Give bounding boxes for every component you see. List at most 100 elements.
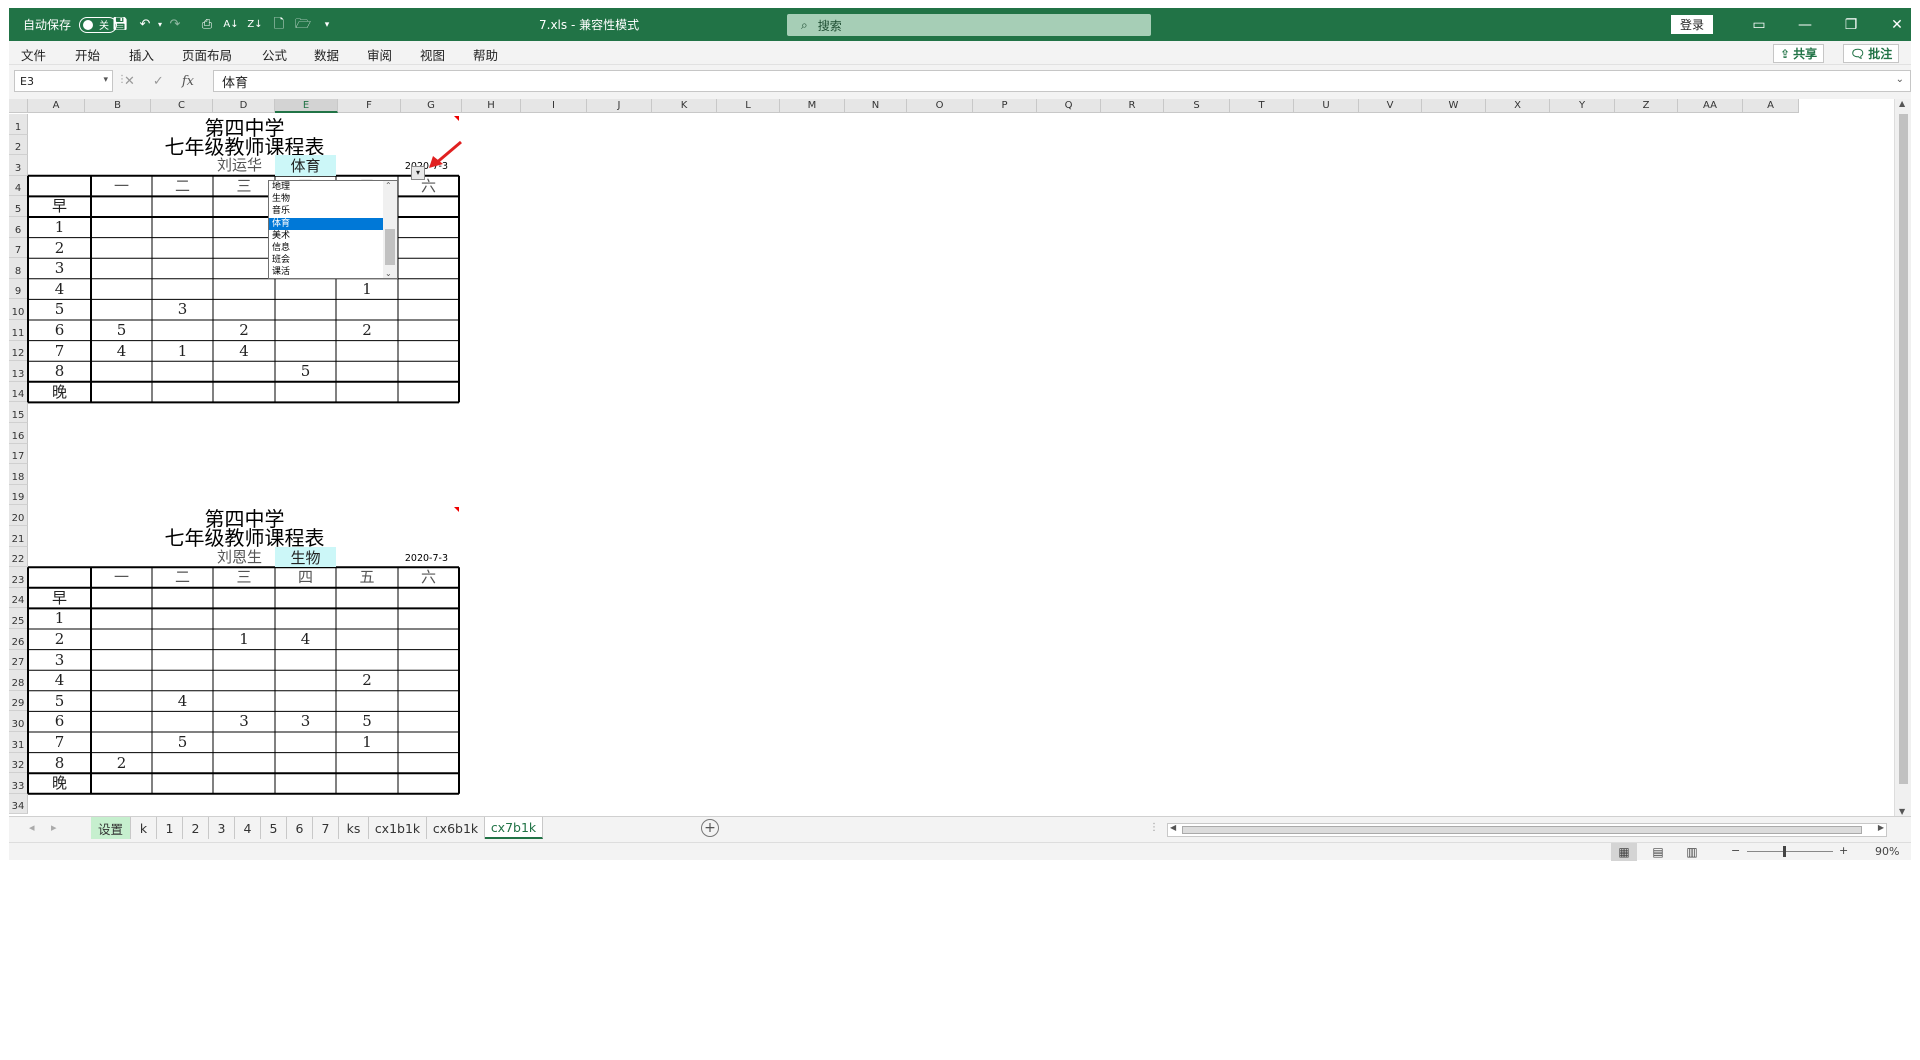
schedule2-table-cell[interactable]	[213, 773, 275, 794]
schedule1-table-cell[interactable]: 4	[91, 341, 152, 362]
enter-icon[interactable]: ✓	[153, 74, 164, 89]
schedule1-table-cell[interactable]	[213, 258, 275, 279]
schedule2-table-cell[interactable]	[336, 773, 398, 794]
ribbon-display-icon[interactable]: ▭	[1736, 8, 1782, 41]
schedule1-table-cell[interactable]	[213, 196, 275, 217]
tab-review[interactable]: 审阅	[367, 45, 392, 64]
print-preview-icon[interactable]: ⎙	[199, 17, 215, 33]
schedule2-table-cell[interactable]	[213, 670, 275, 691]
schedule1-table-cell[interactable]	[398, 361, 459, 382]
schedule2-table-cell[interactable]	[398, 711, 459, 732]
tab-view[interactable]: 视图	[420, 45, 445, 64]
schedule2-table-cell[interactable]	[398, 773, 459, 794]
schedule2-table-cell[interactable]: 5	[336, 711, 398, 732]
tab-splitter-icon[interactable]: ⋮	[1149, 822, 1159, 833]
schedule1-table-cell[interactable]	[91, 217, 152, 238]
schedule2-table-cell[interactable]	[213, 608, 275, 629]
schedule1-table-cell[interactable]	[213, 279, 275, 300]
schedule1-table-cell[interactable]	[91, 258, 152, 279]
list-item[interactable]: 班会	[269, 254, 384, 266]
schedule1-table-cell[interactable]	[398, 382, 459, 403]
close-icon[interactable]: ✕	[1874, 8, 1911, 41]
insert-function-icon[interactable]: fx	[182, 74, 194, 89]
cancel-icon[interactable]: ✕	[124, 74, 135, 89]
schedule1-table-cell[interactable]	[152, 196, 213, 217]
sheet-tab[interactable]: cx7b1k	[485, 817, 543, 839]
schedule2-table-cell[interactable]	[152, 588, 213, 609]
schedule2-table-cell[interactable]: 4	[152, 691, 213, 712]
schedule2-table-cell[interactable]: 2	[91, 753, 152, 774]
schedule2-table-cell[interactable]	[91, 588, 152, 609]
schedule2-table-cell[interactable]	[152, 608, 213, 629]
tab-file[interactable]: 文件	[21, 45, 46, 64]
schedule1-table-cell[interactable]	[398, 217, 459, 238]
schedule1-table-cell[interactable]	[275, 320, 336, 341]
zoom-out-icon[interactable]: −	[1731, 844, 1740, 857]
schedule2-table-cell[interactable]	[91, 711, 152, 732]
zoom-level[interactable]: 90%	[1875, 845, 1899, 858]
next-sheet-icon[interactable]: ▸	[51, 821, 57, 834]
schedule1-table-cell[interactable]	[91, 279, 152, 300]
autosave[interactable]: 自动保存 关	[23, 8, 118, 41]
schedule1-table-cell[interactable]	[398, 258, 459, 279]
schedule2-table-cell[interactable]	[152, 629, 213, 650]
schedule2-table-cell[interactable]	[152, 753, 213, 774]
sort-descending-icon[interactable]: Z↓	[247, 17, 263, 33]
schedule2-table-cell[interactable]	[152, 650, 213, 671]
save-icon[interactable]: 💾︎	[112, 17, 129, 33]
schedule2-subject-cell[interactable]: 生物	[275, 546, 336, 568]
schedule1-table-cell[interactable]	[152, 279, 213, 300]
scroll-down-icon[interactable]: ▼	[1899, 807, 1905, 816]
schedule2-table-cell[interactable]	[275, 773, 336, 794]
sheet-tab[interactable]: 5	[261, 817, 287, 839]
schedule2-table-cell[interactable]	[336, 691, 398, 712]
sheet-tab[interactable]: 设置	[91, 817, 131, 839]
horizontal-scrollbar[interactable]: ◀ ▶	[1167, 823, 1887, 837]
schedule1-table-cell[interactable]	[213, 361, 275, 382]
schedule2-table-cell[interactable]	[152, 670, 213, 691]
minimize-icon[interactable]: —	[1782, 8, 1828, 41]
redo-icon[interactable]: ↷	[167, 17, 183, 33]
schedule1-table-cell[interactable]	[152, 238, 213, 259]
undo-dropdown-icon[interactable]: ▾	[152, 17, 168, 33]
schedule2-table-cell[interactable]	[275, 732, 336, 753]
list-item[interactable]: 音乐	[269, 205, 384, 217]
schedule2-comment-indicator-icon[interactable]	[454, 507, 459, 513]
sheet-tab[interactable]: cx1b1k	[369, 817, 427, 839]
schedule2-table-cell[interactable]	[336, 608, 398, 629]
schedule1-comment-indicator-icon[interactable]	[454, 116, 459, 121]
schedule1-table-cell[interactable]	[152, 361, 213, 382]
sheet-tab[interactable]: 7	[313, 817, 339, 839]
schedule2-table-cell[interactable]	[213, 691, 275, 712]
zoom-in-icon[interactable]: +	[1839, 844, 1848, 857]
zoom-slider[interactable]	[1747, 846, 1833, 857]
tab-help[interactable]: 帮助	[473, 45, 498, 64]
schedule2-table-cell[interactable]	[213, 753, 275, 774]
schedule2-table-cell[interactable]: 5	[152, 732, 213, 753]
page-layout-view-icon[interactable]: ▤	[1645, 843, 1671, 861]
schedule2-table-cell[interactable]	[213, 588, 275, 609]
scroll-up-icon[interactable]: ⌃	[385, 181, 392, 190]
list-item[interactable]: 生物	[269, 193, 384, 205]
list-scrollbar[interactable]: ⌃ ⌄	[383, 181, 397, 278]
schedule1-table-cell[interactable]	[152, 258, 213, 279]
schedule2-table-cell[interactable]	[91, 650, 152, 671]
schedule2-table-cell[interactable]	[336, 753, 398, 774]
signin-button[interactable]: 登录	[1671, 15, 1713, 34]
comments-button[interactable]: 🗨︎ 批注	[1843, 44, 1900, 63]
schedule1-table-cell[interactable]	[336, 361, 398, 382]
page-break-view-icon[interactable]: ▥	[1679, 843, 1705, 861]
customize-qat-icon[interactable]: ▾	[319, 17, 335, 33]
open-folder-icon[interactable]: 🗁︎	[295, 17, 311, 33]
scroll-left-icon[interactable]: ◀	[1170, 823, 1176, 832]
schedule2-table-cell[interactable]: 1	[213, 629, 275, 650]
vertical-scroll-thumb[interactable]	[1899, 114, 1908, 784]
list-item[interactable]: 体育	[269, 217, 384, 230]
schedule1-table-cell[interactable]	[275, 382, 336, 403]
schedule1-table-cell[interactable]	[336, 299, 398, 320]
schedule2-table-cell[interactable]	[152, 773, 213, 794]
schedule1-table-cell[interactable]: 2	[336, 320, 398, 341]
schedule2-table-cell[interactable]: 3	[213, 711, 275, 732]
schedule1-table-cell[interactable]: 4	[213, 341, 275, 362]
schedule2-table-cell[interactable]	[398, 629, 459, 650]
